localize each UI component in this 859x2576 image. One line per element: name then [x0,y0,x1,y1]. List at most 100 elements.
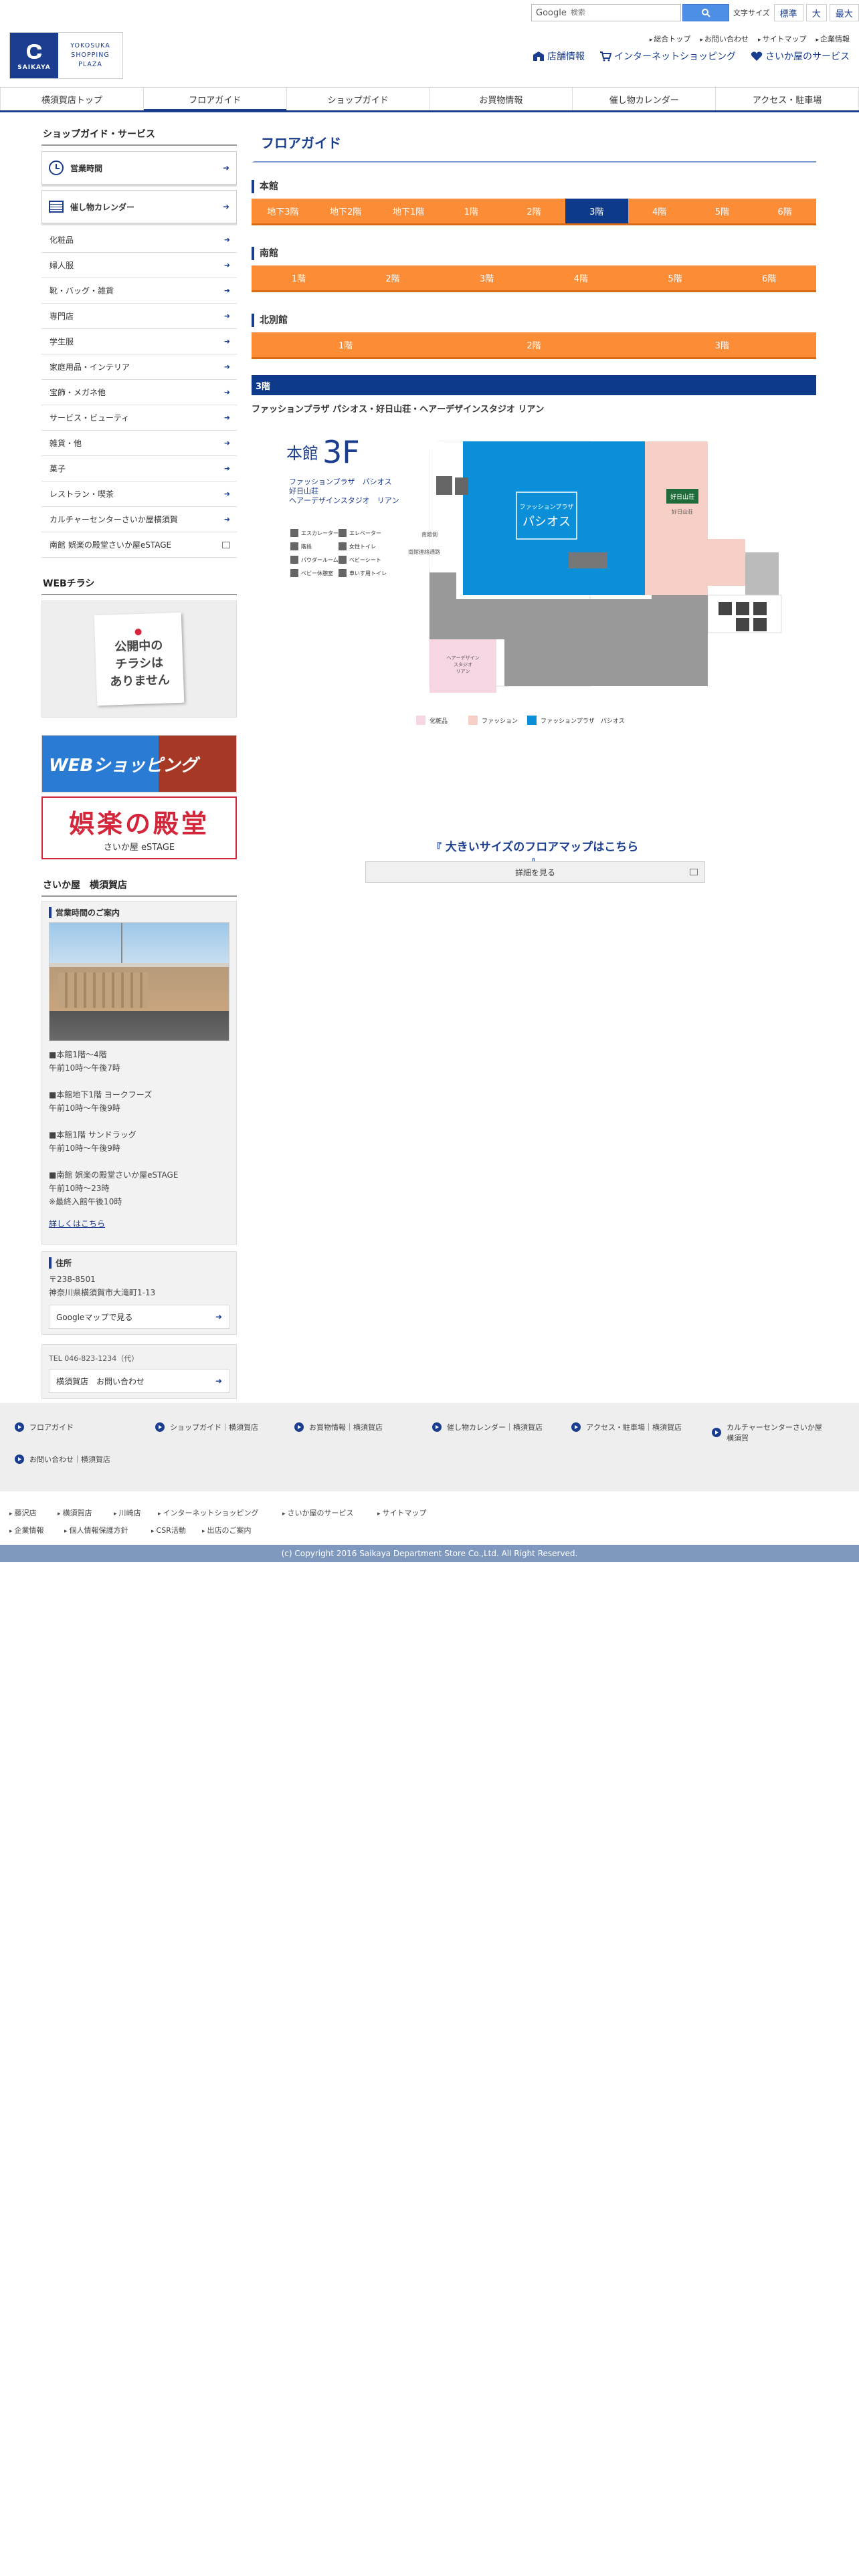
hours-heading: 営業時間のご案内 [49,907,229,918]
google-map-link[interactable]: Googleマップで見る ➜ [49,1305,229,1329]
store-logo[interactable]: SAIKAYA YOKOSUKA SHOPPING PLAZA [9,32,123,79]
floor-tab[interactable]: 地下2階 [314,199,377,223]
footer-link[interactable]: お問い合わせ｜横須賀店 [15,1454,110,1465]
floor-tab[interactable]: 地下1階 [377,199,440,223]
map-icon-label: ベビーシート [349,557,381,563]
footer-sub-link[interactable]: さいか屋のサービス [282,1507,354,1518]
search-button[interactable] [682,4,729,21]
floor-tab[interactable]: 3階 [565,199,628,223]
sidebar-category-item[interactable]: サービス・ビューティ ➜ [41,405,237,431]
floor-tab[interactable]: 5階 [690,199,753,223]
web-shopping-banner[interactable]: WEBショッピング [41,735,237,792]
kojitsu-area-ext [690,539,745,595]
bracket-left-icon: 『 [432,843,442,853]
floor-tab[interactable]: 1階 [440,199,502,223]
to-south-label: 南館連絡通路 [408,548,440,555]
escalator-icon [436,476,452,495]
footer-sub-link[interactable]: 藤沢店 [9,1507,37,1518]
floor-tab[interactable]: 4階 [628,199,691,223]
font-size-large-button[interactable]: 大 [805,4,827,21]
floor-tab[interactable]: 地下3階 [252,199,314,223]
detail-button[interactable]: 詳細を見る [365,861,705,883]
pasios-area [463,441,478,595]
header-link-online-shopping[interactable]: インターネットショッピング [599,49,736,63]
gnav-top[interactable]: 横須賀店トップ [0,88,144,110]
floor-tab[interactable]: 2階 [346,265,440,290]
floor-tab[interactable]: 1階 [252,332,440,357]
gnav-access[interactable]: アクセス・駐車場 [716,88,859,110]
sidebar-category-item[interactable]: 菓子 ➜ [41,456,237,481]
sidebar-calendar-link[interactable]: 催し物カレンダー ➜ [41,190,237,223]
util-link-sitemap[interactable]: サイトマップ [758,33,806,44]
gnav-shop-guide[interactable]: ショップガイド [287,88,430,110]
circle-arrow-icon [294,1422,304,1432]
footer-links-area: フロアガイド ショップガイド｜横須賀店 お買物情報｜横須賀店 催し物カレンダー｜横須賀… [0,1403,859,1491]
baby-seat-icon [339,556,347,564]
footer-sub-link[interactable]: CSR活動 [151,1525,186,1535]
footer-link[interactable]: お買物情報｜横須賀店 [294,1422,383,1432]
sidebar-category-item[interactable]: 化粧品 ➜ [41,227,237,253]
store-contact-label: 横須賀店 お問い合わせ [56,1376,145,1386]
floor-tab[interactable]: 3階 [440,265,534,290]
floor-tab[interactable]: 2階 [440,332,628,357]
footer-sub-link[interactable]: 横須賀店 [58,1507,92,1518]
store-contact-link[interactable]: 横須賀店 お問い合わせ ➜ [49,1369,229,1393]
sidebar-category-item[interactable]: 宝飾・メガネ他 ➜ [41,380,237,405]
header-link-stores[interactable]: 店舗情報 [533,49,585,63]
header-link-services[interactable]: さいか屋のサービス [751,49,850,63]
footer-sub-link[interactable]: サイトマップ [377,1507,427,1518]
sidebar-category-item[interactable]: 専門店 ➜ [41,304,237,329]
floor-tab[interactable]: 2階 [502,199,565,223]
floor-tab[interactable]: 6階 [722,265,816,290]
sidebar-category-item[interactable]: 南館 娯楽の殿堂さいか屋eSTAGE [41,532,237,558]
util-link-company[interactable]: 企業情報 [816,33,850,44]
footer-sub-link[interactable]: 出店のご案内 [202,1525,252,1535]
sidebar-category-item[interactable]: カルチャーセンターさいか屋横須賀 ➜ [41,507,237,532]
footer-sub-link[interactable]: 企業情報 [9,1525,44,1535]
util-link-top[interactable]: 総合トップ [650,33,690,44]
store-title: さいか屋 横須賀店 [41,875,237,897]
sidebar-category-item[interactable]: 婦人服 ➜ [41,253,237,278]
footer-link[interactable]: ショップガイド｜横須賀店 [155,1422,258,1432]
estage-banner[interactable]: 娯楽の殿堂 さいか屋 eSTAGE [41,796,237,859]
circle-arrow-icon [15,1422,24,1432]
honkan-floor-tabs: 地下3階 地下2階 地下1階 1階 2階 3階 4階 5階 6階 [252,199,816,225]
footer-sub-link[interactable]: 川崎店 [114,1507,141,1518]
footer-sub-link[interactable]: インターネットショッピング [158,1507,259,1518]
util-link-contact[interactable]: お問い合わせ [700,33,749,44]
footer-link[interactable]: カルチャーセンターさいか屋横須賀 [712,1422,827,1443]
gnav-event-calendar[interactable]: 催し物カレンダー [573,88,717,110]
map-icon-label: 車いす用トイレ [349,570,387,576]
sidebar-hours-link[interactable]: 営業時間 ➜ [41,151,237,185]
sidebar-category-item[interactable]: 雑貨・他 ➜ [41,431,237,456]
footer-link[interactable]: フロアガイド [15,1422,74,1432]
powder-room-icon [290,556,298,564]
floor-tab[interactable]: 3階 [628,332,816,357]
footer-link-label: フロアガイド [29,1423,74,1432]
font-size-largest-button[interactable]: 最大 [829,4,859,21]
font-size-normal-button[interactable]: 標準 [773,4,803,21]
sidebar-category-item[interactable]: レストラン・喫茶 ➜ [41,481,237,507]
sidebar-category-item[interactable]: 学生服 ➜ [41,329,237,354]
floor-tab[interactable]: 1階 [252,265,346,290]
gnav-shopping-info[interactable]: お買物情報 [430,88,573,110]
floor-tab[interactable]: 4階 [534,265,628,290]
footer-sub-link[interactable]: 個人情報保護方針 [64,1525,128,1535]
sidebar-category-label: 婦人服 [50,261,74,270]
footer-link-label: 催し物カレンダー｜横須賀店 [447,1423,543,1432]
pin-icon [134,628,142,635]
wheelchair-restroom-icon [339,569,347,577]
floor-tab[interactable]: 6階 [753,199,816,223]
floor-tab[interactable]: 5階 [628,265,723,290]
stairs-icon [719,602,732,615]
sidebar-category-label: 専門店 [50,312,74,321]
gnav-floor-guide[interactable]: フロアガイド [143,88,287,112]
footer-link[interactable]: アクセス・駐車場｜横須賀店 [571,1422,682,1432]
hours-more-link[interactable]: 詳しくはこちら [49,1218,229,1229]
arrow-right-icon: ➜ [223,388,230,397]
sidebar-category-item[interactable]: 家庭用品・インテリア ➜ [41,354,237,380]
footer-link[interactable]: 催し物カレンダー｜横須賀店 [432,1422,543,1432]
sidebar-category-item[interactable]: 靴・バッグ・雑貨 ➜ [41,278,237,304]
map-line: ファッションプラザ パシオス [289,477,392,486]
search-input[interactable] [570,9,671,17]
